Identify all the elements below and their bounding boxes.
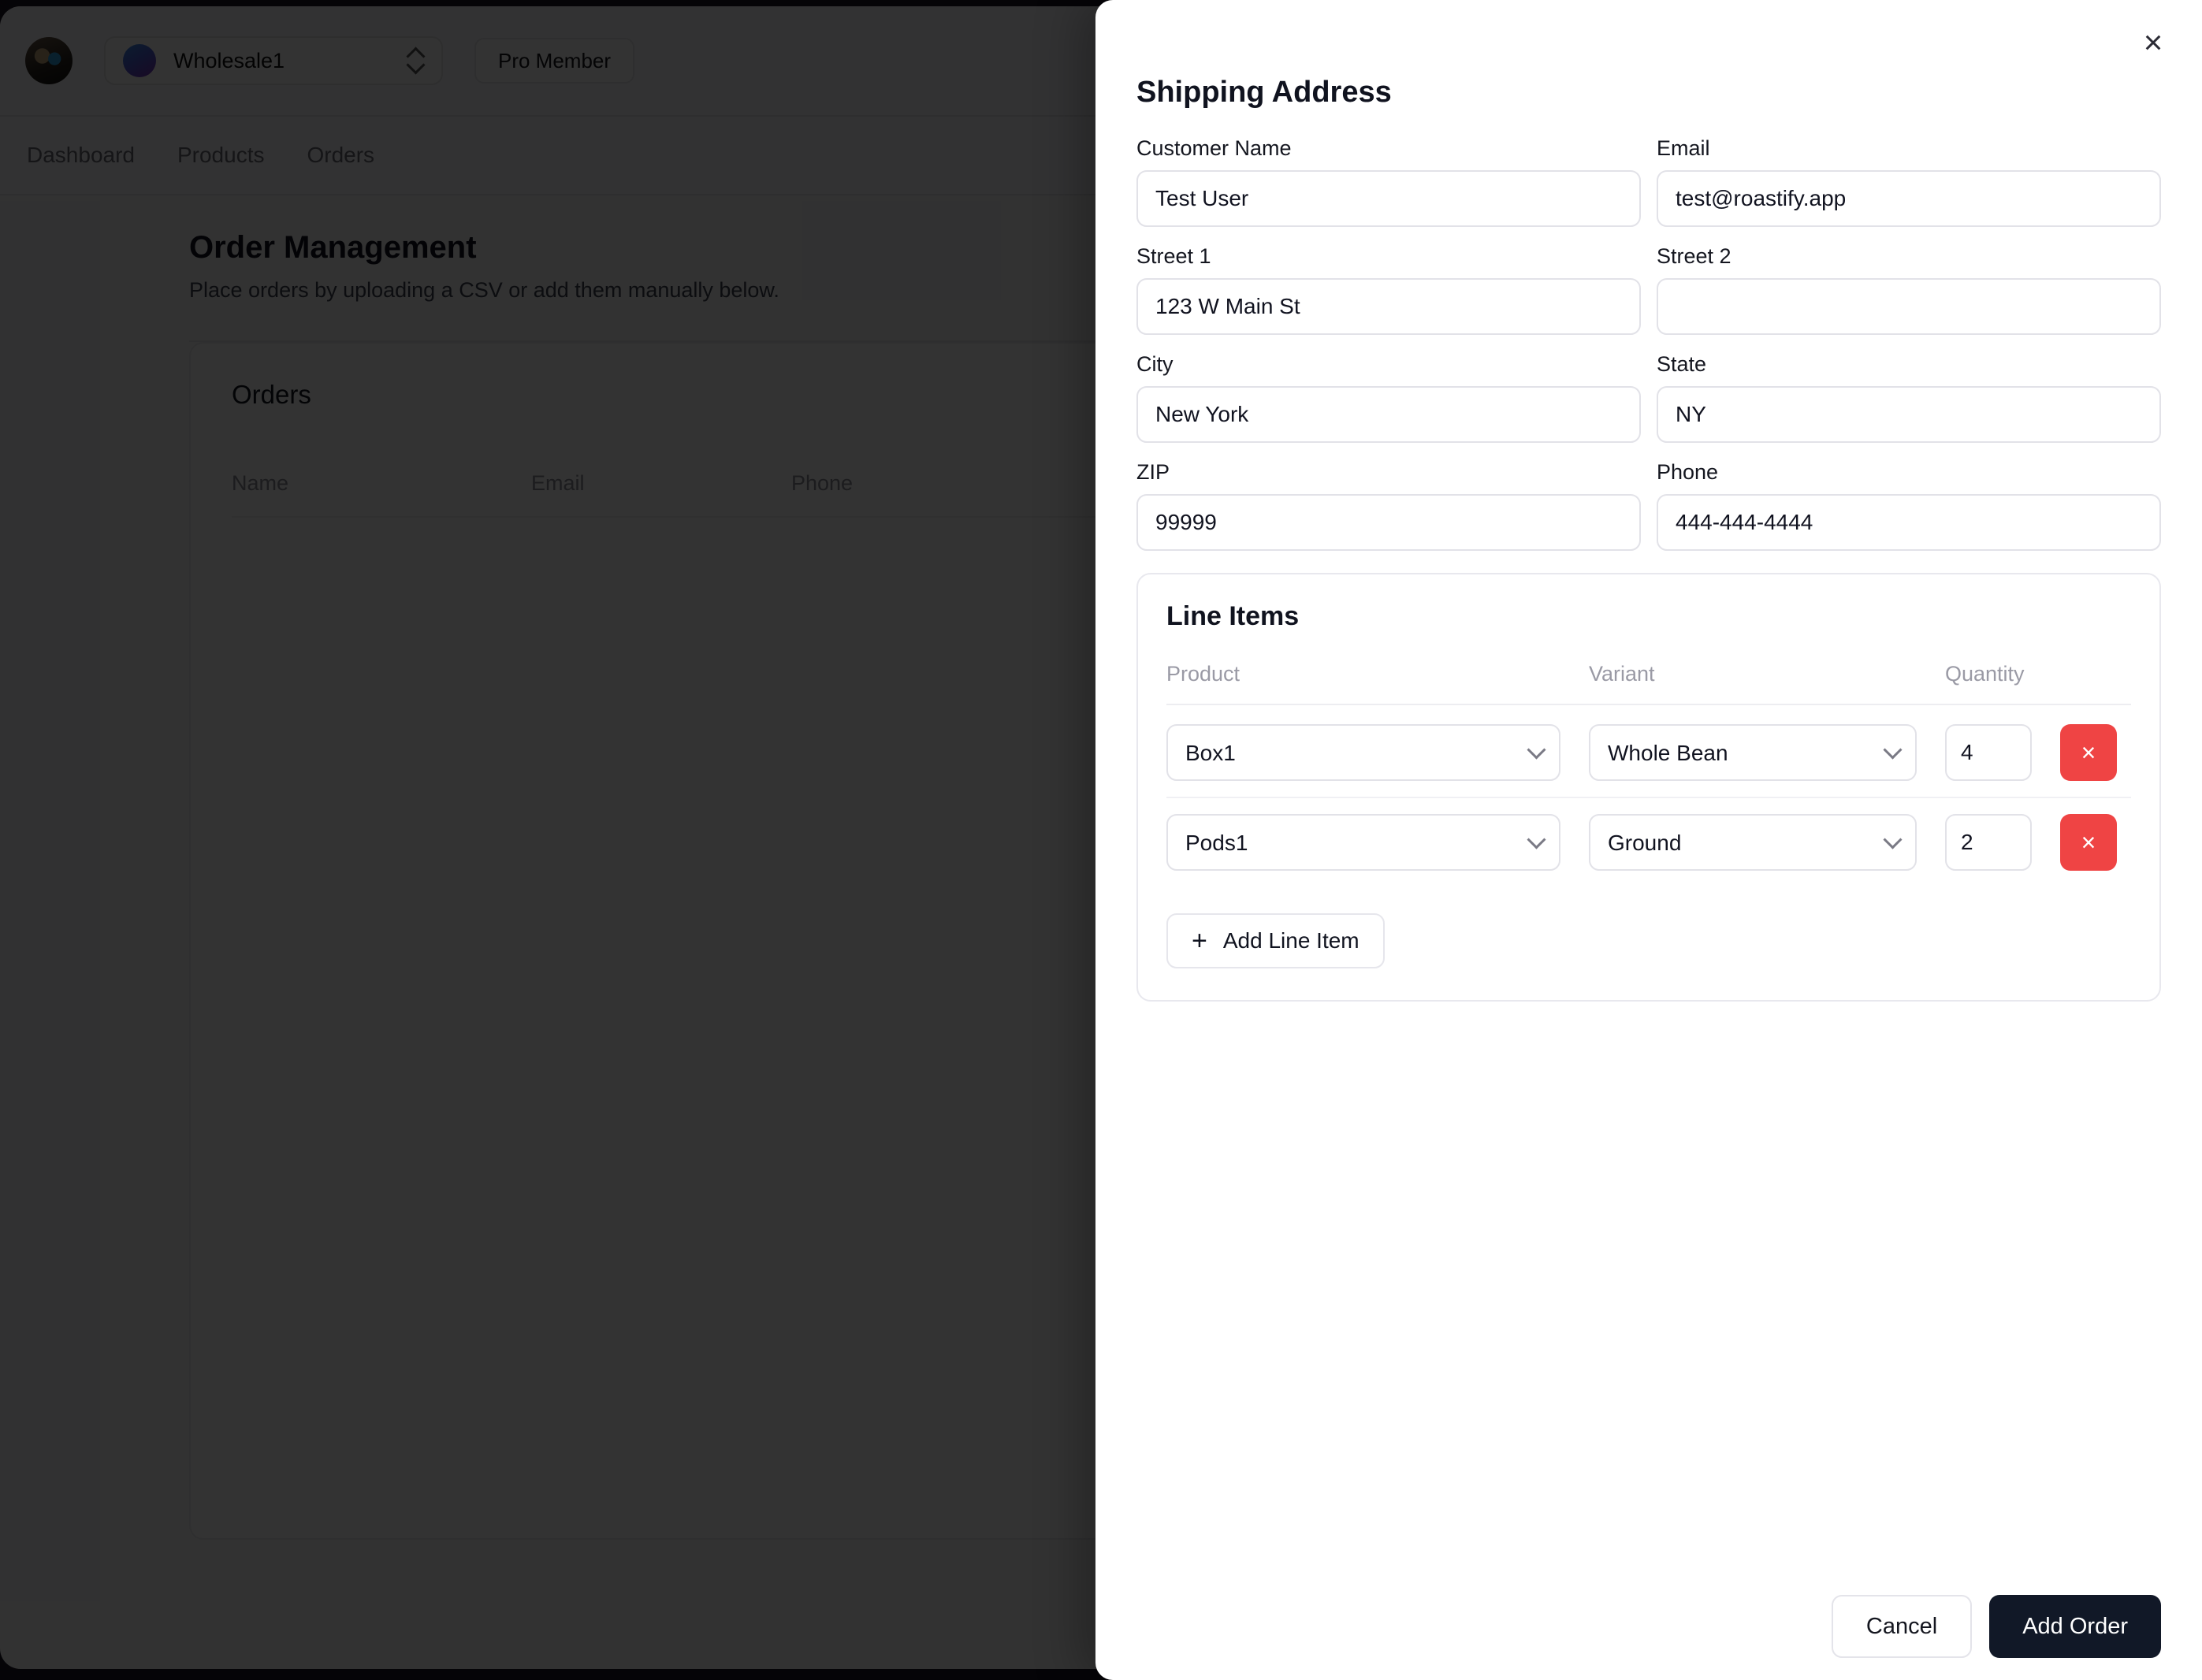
label-email: Email <box>1657 136 1710 160</box>
street-1-input[interactable] <box>1136 278 1641 335</box>
field-zip: ZIP <box>1136 460 1641 551</box>
variant-select-wrapper: Whole Bean <box>1589 724 1917 781</box>
modal-title: Shipping Address <box>1136 76 1392 109</box>
city-input[interactable] <box>1136 386 1641 443</box>
column-header-quantity: Quantity <box>1945 662 2025 686</box>
label-street-1: Street 1 <box>1136 244 1211 268</box>
line-items-title: Line Items <box>1166 601 1300 631</box>
variant-select-wrapper: Ground <box>1589 814 1917 871</box>
field-phone: Phone <box>1657 460 2161 551</box>
quantity-input[interactable] <box>1945 724 2032 781</box>
column-header-variant: Variant <box>1589 662 1655 686</box>
line-item-row: Pods1 Ground × <box>1166 798 2131 886</box>
column-header-product: Product <box>1166 662 1240 686</box>
label-state: State <box>1657 352 1707 376</box>
zip-input[interactable] <box>1136 494 1641 551</box>
phone-input[interactable] <box>1657 494 2161 551</box>
close-icon[interactable]: × <box>2133 22 2174 63</box>
field-state: State <box>1657 352 2161 443</box>
membership-badge: Pro Member <box>474 38 635 84</box>
product-select-wrapper: Box1 <box>1166 724 1560 781</box>
variant-select[interactable]: Ground <box>1589 814 1917 871</box>
plus-icon: + <box>1192 926 1207 956</box>
modal-footer: Cancel Add Order <box>1095 1573 2202 1680</box>
field-street-2: Street 2 <box>1657 244 2161 335</box>
line-item-row: Box1 Whole Bean × <box>1166 708 2131 798</box>
shipping-address-modal: × Shipping Address Customer Name Email S… <box>1095 0 2202 1680</box>
field-email: Email <box>1657 136 2161 227</box>
org-avatar-icon <box>123 44 156 77</box>
quantity-input[interactable] <box>1945 814 2032 871</box>
add-line-item-button[interactable]: + Add Line Item <box>1166 913 1385 968</box>
column-header-phone: Phone <box>791 471 854 495</box>
email-input[interactable] <box>1657 170 2161 227</box>
field-city: City <box>1136 352 1641 443</box>
variant-select[interactable]: Whole Bean <box>1589 724 1917 781</box>
add-order-button[interactable]: Add Order <box>1989 1595 2161 1658</box>
column-header-email: Email <box>531 471 585 495</box>
chevron-up-down-icon <box>407 47 424 74</box>
line-items-header: Product Variant Quantity <box>1166 662 2131 705</box>
label-phone: Phone <box>1657 460 1719 484</box>
org-switcher[interactable]: Wholesale1 <box>104 36 443 85</box>
modal-body: Shipping Address Customer Name Email Str… <box>1095 0 2202 1573</box>
customer-name-input[interactable] <box>1136 170 1641 227</box>
state-input[interactable] <box>1657 386 2161 443</box>
line-items-card: Line Items Product Variant Quantity Box1… <box>1136 573 2161 1002</box>
label-customer-name: Customer Name <box>1136 136 1292 160</box>
avatar[interactable] <box>25 37 73 84</box>
org-name-label: Wholesale1 <box>173 48 285 72</box>
nav-item-dashboard[interactable]: Dashboard <box>27 143 135 168</box>
remove-line-item-icon[interactable]: × <box>2060 724 2117 781</box>
cancel-button[interactable]: Cancel <box>1831 1595 1973 1658</box>
street-2-input[interactable] <box>1657 278 2161 335</box>
remove-line-item-icon[interactable]: × <box>2060 814 2117 871</box>
field-customer-name: Customer Name <box>1136 136 1641 227</box>
product-select[interactable]: Box1 <box>1166 724 1560 781</box>
label-city: City <box>1136 352 1174 376</box>
address-form: Customer Name Email Street 1 Street 2 Ci… <box>1136 136 2161 568</box>
nav-item-products[interactable]: Products <box>177 143 265 168</box>
column-header-name: Name <box>232 471 289 495</box>
field-street-1: Street 1 <box>1136 244 1641 335</box>
label-zip: ZIP <box>1136 460 1170 484</box>
label-street-2: Street 2 <box>1657 244 1731 268</box>
product-select[interactable]: Pods1 <box>1166 814 1560 871</box>
add-line-item-label: Add Line Item <box>1222 928 1360 953</box>
product-select-wrapper: Pods1 <box>1166 814 1560 871</box>
nav-item-orders[interactable]: Orders <box>307 143 374 168</box>
